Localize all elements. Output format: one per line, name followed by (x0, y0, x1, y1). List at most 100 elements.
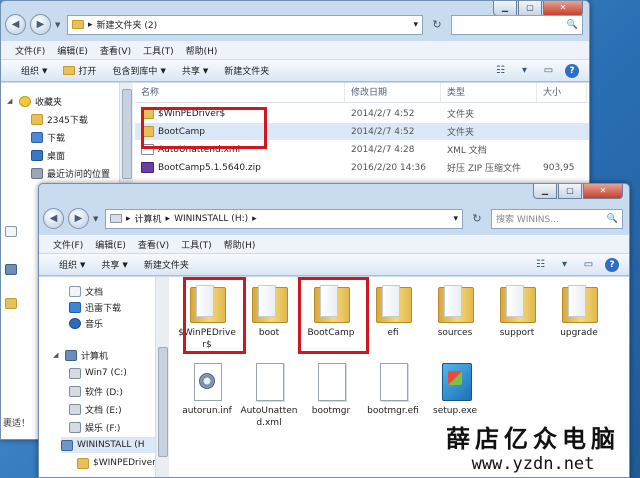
file-icon (250, 361, 288, 401)
file-item[interactable]: BootCamp (301, 283, 361, 339)
minimize-button[interactable]: ▁ (533, 184, 557, 199)
breadcrumb-item[interactable]: WININSTALL (H:) (174, 214, 248, 224)
sidebar-item[interactable]: 娱乐 (F:) (69, 419, 120, 435)
refresh-icon[interactable]: ↻ (427, 15, 447, 35)
open-button[interactable]: 打开 (57, 64, 102, 77)
help-icon[interactable]: ? (605, 257, 619, 272)
include-library-button[interactable]: 包含到库中 ▼ (106, 64, 171, 78)
menu-view[interactable]: 查看(V) (138, 238, 169, 251)
file-item[interactable]: bootmgr (301, 361, 361, 417)
sidebar-item[interactable]: ◢ 计算机 (53, 347, 108, 363)
folder-icon (188, 283, 226, 323)
column-size[interactable]: 大小 (537, 83, 587, 102)
file-name: $WinPEDriver$ (158, 109, 226, 119)
file-item[interactable]: sources (425, 283, 485, 339)
back-icon[interactable]: ◀ (5, 14, 26, 35)
new-folder-button[interactable]: 新建文件夹 (138, 258, 195, 271)
menu-file[interactable]: 文件(F) (53, 238, 83, 251)
file-item[interactable]: autorun.inf (177, 361, 237, 417)
column-date[interactable]: 修改日期 (345, 83, 441, 102)
address-bar[interactable]: ▸ 计算机 ▸ WININSTALL (H:) ▸ ▾ (105, 208, 463, 229)
column-type[interactable]: 类型 (441, 83, 537, 102)
sidebar-item[interactable]: Win7 (C:) (69, 365, 127, 381)
history-chevron-down-icon[interactable]: ▼ (55, 21, 63, 29)
file-item[interactable]: efi (363, 283, 423, 339)
chevron-down-icon[interactable]: ▾ (453, 214, 462, 224)
view-options-icon[interactable]: ☷ (533, 257, 548, 272)
organize-button[interactable]: 组织 ▼ (15, 64, 53, 78)
sidebar-scrollbar[interactable] (155, 277, 169, 477)
sidebar-item-label: 娱乐 (F:) (85, 423, 121, 434)
scrollbar-thumb[interactable] (122, 89, 132, 179)
sidebar-item-downloads[interactable]: 下载 (31, 129, 65, 145)
chevron-down-icon[interactable]: ▾ (517, 63, 532, 78)
menu-file[interactable]: 文件(F) (15, 44, 45, 57)
watermark-text-cn: 薛店亿众电脑 (446, 424, 620, 453)
sidebar-item[interactable]: 音乐 (69, 315, 103, 331)
file-item[interactable]: boot (239, 283, 299, 339)
organize-button[interactable]: 组织 ▼ (53, 258, 91, 272)
file-item[interactable]: bootmgr.efi (363, 361, 423, 417)
column-name[interactable]: 名称 (135, 83, 345, 102)
table-row[interactable]: AutoUnattend.xml 2014/2/7 4:28 XML 文档 (135, 141, 589, 158)
file-item[interactable]: support (487, 283, 547, 339)
menu-help[interactable]: 帮助(H) (224, 238, 256, 251)
share-button[interactable]: 共享 ▼ (95, 258, 133, 272)
preview-pane-icon[interactable]: ▭ (581, 257, 596, 272)
folder-icon (31, 113, 43, 125)
expand-icon[interactable]: ◢ (53, 351, 61, 359)
preview-pane-icon[interactable]: ▭ (541, 63, 556, 78)
sidebar-item[interactable]: 软件 (D:) (69, 383, 123, 399)
history-chevron-down-icon[interactable]: ▼ (93, 215, 101, 223)
file-item-label: boot (258, 328, 280, 338)
breadcrumb-item[interactable]: 新建文件夹 (2) (97, 18, 158, 31)
sidebar-item-favorites[interactable]: ◢ 收藏夹 (7, 93, 62, 109)
file-icon (374, 361, 412, 401)
menu-edit[interactable]: 编辑(E) (95, 238, 126, 251)
scrollbar-thumb[interactable] (158, 347, 168, 457)
refresh-icon[interactable]: ↻ (467, 209, 487, 229)
table-row[interactable]: $WinPEDriver$ 2014/2/7 4:52 文件夹 (135, 105, 589, 122)
chevron-down-icon[interactable]: ▾ (413, 20, 422, 30)
sidebar-item[interactable]: 迅雷下载 (69, 299, 121, 315)
forward-icon[interactable]: ▶ (30, 14, 51, 35)
sidebar-item[interactable]: 文档 (69, 283, 103, 299)
close-button[interactable]: ✕ (583, 184, 623, 199)
back-icon[interactable]: ◀ (43, 208, 64, 229)
file-date: 2016/2/20 14:36 (351, 162, 426, 173)
help-icon[interactable]: ? (565, 63, 579, 78)
address-row: ◀ ▶ ▼ ▸ 新建文件夹 (2) ▾ ↻ 🔍 (5, 14, 583, 35)
chevron-down-icon[interactable]: ▾ (557, 257, 572, 272)
breadcrumb-item[interactable]: 计算机 (135, 212, 162, 225)
expand-icon[interactable]: ◢ (7, 97, 15, 105)
sidebar-item[interactable]: $WINPEDriver (77, 455, 156, 471)
address-bar[interactable]: ▸ 新建文件夹 (2) ▾ (67, 14, 423, 35)
sidebar-item-recent[interactable]: 最近访问的位置 (31, 165, 110, 181)
forward-icon[interactable]: ▶ (68, 208, 89, 229)
sidebar-library-icon[interactable] (5, 223, 17, 239)
document-icon (69, 285, 81, 297)
menu-edit[interactable]: 编辑(E) (57, 44, 88, 57)
share-button[interactable]: 共享 ▼ (176, 64, 214, 78)
sidebar-item-2345-download[interactable]: 2345下载 (31, 111, 88, 127)
file-item[interactable]: setup.exe (425, 361, 485, 417)
search-input[interactable]: 搜索 WININS... 🔍 (491, 208, 623, 229)
menu-view[interactable]: 查看(V) (100, 44, 131, 57)
menu-tools[interactable]: 工具(T) (181, 238, 212, 251)
file-item[interactable]: $WinPEDriver$ (177, 283, 237, 351)
sidebar-item[interactable]: WININSTALL (H (61, 437, 168, 453)
table-row[interactable]: BootCamp5.1.5640.zip 2016/2/20 14:36 好压 ZI… (135, 159, 589, 176)
sidebar-item[interactable]: 文档 (E:) (69, 401, 122, 417)
search-input[interactable]: 🔍 (451, 14, 583, 35)
sidebar-folder-icon[interactable] (5, 295, 17, 311)
file-item[interactable]: upgrade (549, 283, 609, 339)
menu-tools[interactable]: 工具(T) (143, 44, 174, 57)
new-folder-button[interactable]: 新建文件夹 (218, 64, 275, 77)
view-options-icon[interactable]: ☷ (493, 63, 508, 78)
sidebar-item-desktop[interactable]: 桌面 (31, 147, 65, 163)
sidebar-network-icon[interactable] (5, 261, 17, 277)
table-row[interactable]: BootCamp 2014/2/7 4:52 文件夹 (135, 123, 589, 140)
menu-help[interactable]: 帮助(H) (186, 44, 218, 57)
file-item[interactable]: AutoUnattend.xml (239, 361, 299, 429)
maximize-button[interactable]: ▢ (558, 184, 582, 199)
